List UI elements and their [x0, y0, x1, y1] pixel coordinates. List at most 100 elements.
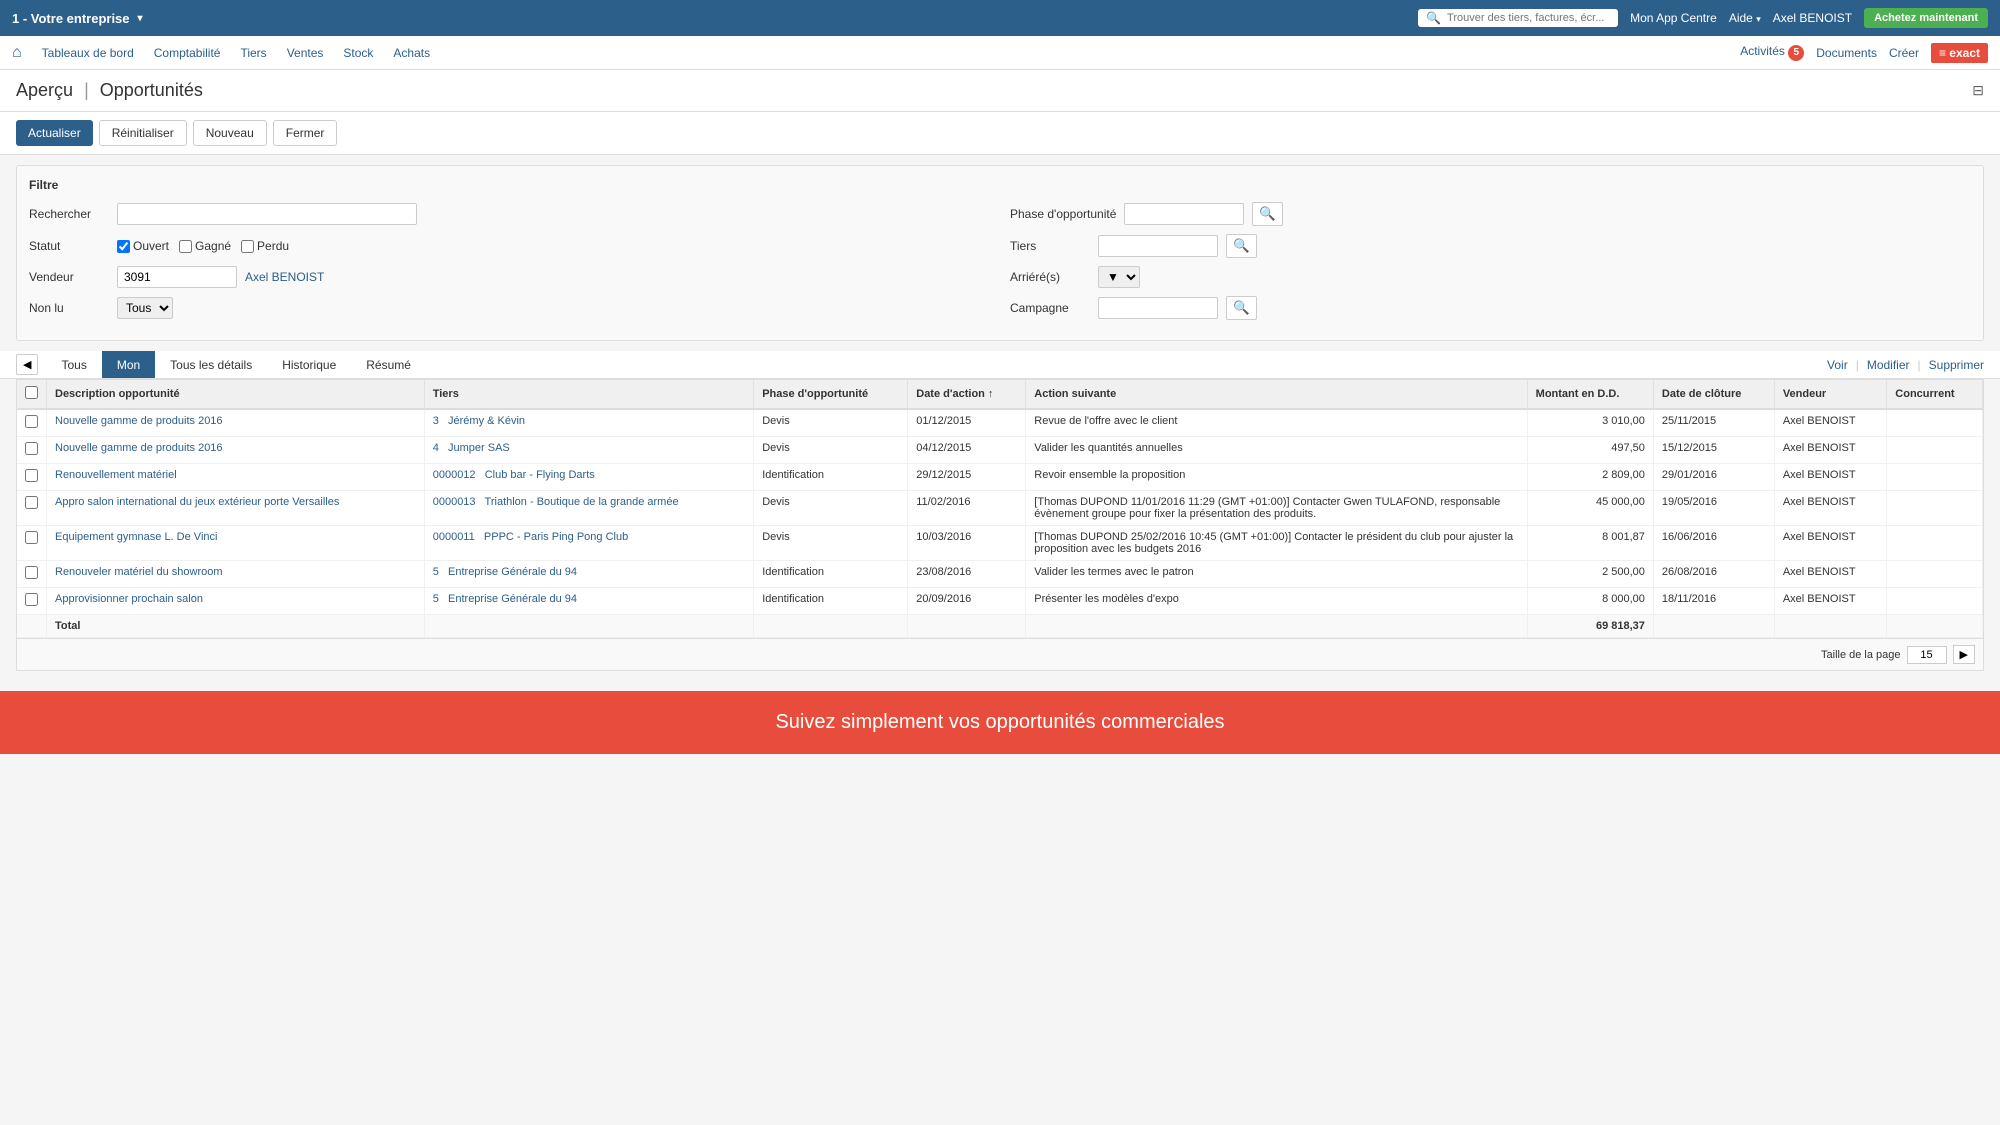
- action-supprimer[interactable]: Supprimer: [1929, 358, 1984, 372]
- row-description-link[interactable]: Nouvelle gamme de produits 2016: [55, 415, 223, 427]
- filter-arrieres-select[interactable]: ▼: [1098, 266, 1140, 288]
- row-tiers-name-link[interactable]: Triathlon - Boutique de la grande armée: [485, 496, 679, 508]
- nav-tiers[interactable]: Tiers: [240, 46, 266, 60]
- achetez-button[interactable]: Achetez maintenant: [1864, 8, 1988, 28]
- tab-tous-details[interactable]: Tous les détails: [155, 351, 267, 378]
- filter-tiers-input[interactable]: [1098, 235, 1218, 257]
- row-checkbox[interactable]: [25, 442, 38, 455]
- filter-vendeur-input[interactable]: [117, 266, 237, 288]
- row-tiers-name-link[interactable]: Entreprise Générale du 94: [448, 593, 577, 605]
- user-name: Axel BENOIST: [1773, 11, 1852, 25]
- row-tiers-num-link[interactable]: 0000013: [433, 496, 476, 508]
- row-checkbox[interactable]: [25, 531, 38, 544]
- row-tiers-num-link[interactable]: 5: [433, 566, 439, 578]
- row-tiers-num-link[interactable]: 5: [433, 593, 439, 605]
- filter-ouvert-checkbox[interactable]: Ouvert: [117, 239, 169, 253]
- aide-link[interactable]: Aide ▾: [1729, 11, 1761, 25]
- row-checkbox[interactable]: [25, 415, 38, 428]
- filter-non-lu-select[interactable]: Tous Mon: [117, 297, 173, 319]
- filter-campagne-input[interactable]: [1098, 297, 1218, 319]
- row-description-link[interactable]: Renouveler matériel du showroom: [55, 566, 223, 578]
- th-date-action-label: Date d'action ↑: [916, 388, 993, 400]
- filter-row-1: Rechercher Phase d'opportunité 🔍: [29, 202, 1971, 226]
- row-description-link[interactable]: Approvisionner prochain salon: [55, 593, 203, 605]
- filter-phase-search-btn[interactable]: 🔍: [1252, 202, 1283, 226]
- row-description-link[interactable]: Equipement gymnase L. De Vinci: [55, 531, 217, 543]
- row-description-link[interactable]: Renouvellement matériel: [55, 469, 177, 481]
- table-header-row: Description opportunité Tiers Phase d'op…: [17, 380, 1983, 409]
- action-modifier[interactable]: Modifier: [1867, 358, 1910, 372]
- nouveau-button[interactable]: Nouveau: [193, 120, 267, 146]
- filter-perdu-input[interactable]: [241, 240, 254, 253]
- row-tiers-num-link[interactable]: 0000011: [433, 531, 475, 543]
- nav-stock[interactable]: Stock: [343, 46, 373, 60]
- view-toggle-icon[interactable]: ⊟: [1972, 82, 1984, 99]
- tab-mon[interactable]: Mon: [102, 351, 155, 378]
- activites-badge: 5: [1788, 45, 1804, 61]
- mon-app-centre-link[interactable]: Mon App Centre: [1630, 11, 1717, 25]
- actualiser-button[interactable]: Actualiser: [16, 120, 93, 146]
- th-date-action[interactable]: Date d'action ↑: [908, 380, 1026, 409]
- nav-achats[interactable]: Achats: [393, 46, 430, 60]
- reinitialiser-button[interactable]: Réinitialiser: [99, 120, 187, 146]
- company-selector[interactable]: 1 - Votre entreprise ▾: [12, 11, 143, 26]
- row-description: Approvisionner prochain salon: [47, 588, 425, 615]
- row-action-suivante: Valider les quantités annuelles: [1026, 437, 1527, 464]
- row-checkbox[interactable]: [25, 566, 38, 579]
- row-tiers-name-link[interactable]: Entreprise Générale du 94: [448, 566, 577, 578]
- filter-rechercher-input[interactable]: [117, 203, 417, 225]
- row-checkbox[interactable]: [25, 469, 38, 482]
- collapse-button[interactable]: ◀: [16, 354, 38, 375]
- company-name: 1 - Votre entreprise: [12, 11, 130, 26]
- nav-comptabilite[interactable]: Comptabilité: [154, 46, 221, 60]
- filter-perdu-checkbox[interactable]: Perdu: [241, 239, 289, 253]
- filter-campagne-search-btn[interactable]: 🔍: [1226, 296, 1257, 320]
- creer-link[interactable]: Créer: [1889, 46, 1919, 60]
- row-tiers-num-link[interactable]: 0000012: [433, 469, 476, 481]
- row-description: Appro salon international du jeux extéri…: [47, 491, 425, 526]
- table-row: Equipement gymnase L. De Vinci 0000011 P…: [17, 526, 1983, 561]
- total-empty-4: [908, 615, 1026, 638]
- row-tiers-name-link[interactable]: PPPC - Paris Ping Pong Club: [484, 531, 628, 543]
- row-checkbox[interactable]: [25, 496, 38, 509]
- row-tiers-name-link[interactable]: Jérémy & Kévin: [448, 415, 525, 427]
- row-tiers-num-link[interactable]: 3: [433, 415, 439, 427]
- row-date-cloture: 15/12/2015: [1653, 437, 1774, 464]
- tabs-left: ◀ Tous Mon Tous les détails Historique R…: [16, 351, 426, 378]
- global-search-input[interactable]: [1447, 12, 1610, 24]
- row-description-link[interactable]: Nouvelle gamme de produits 2016: [55, 442, 223, 454]
- filter-ouvert-input[interactable]: [117, 240, 130, 253]
- row-date-action: 23/08/2016: [908, 561, 1026, 588]
- filter-vendeur-link[interactable]: Axel BENOIST: [245, 270, 324, 284]
- fermer-button[interactable]: Fermer: [273, 120, 338, 146]
- filter-ouvert-label: Ouvert: [133, 239, 169, 253]
- select-all-checkbox[interactable]: [25, 386, 38, 399]
- row-tiers-name-link[interactable]: Club bar - Flying Darts: [485, 469, 595, 481]
- row-checkbox[interactable]: [25, 593, 38, 606]
- filter-gagne-checkbox[interactable]: Gagné: [179, 239, 231, 253]
- nav-tableaux[interactable]: Tableaux de bord: [42, 46, 134, 60]
- home-icon[interactable]: ⌂: [12, 44, 22, 62]
- row-concurrent: [1887, 464, 1983, 491]
- tab-historique[interactable]: Historique: [267, 351, 351, 378]
- filter-tiers-group: Tiers 🔍: [1010, 234, 1971, 258]
- row-description-link[interactable]: Appro salon international du jeux extéri…: [55, 496, 339, 508]
- row-tiers-name-link[interactable]: Jumper SAS: [448, 442, 510, 454]
- opportunities-table: Description opportunité Tiers Phase d'op…: [17, 380, 1983, 638]
- activites-link[interactable]: Activités 5: [1740, 44, 1804, 61]
- page-size-input[interactable]: [1907, 646, 1947, 664]
- filter-phase-input[interactable]: [1124, 203, 1244, 225]
- documents-link[interactable]: Documents: [1816, 46, 1877, 60]
- nav-ventes[interactable]: Ventes: [287, 46, 324, 60]
- filter-gagne-input[interactable]: [179, 240, 192, 253]
- tab-resume[interactable]: Résumé: [351, 351, 426, 378]
- filter-title: Filtre: [29, 178, 1971, 192]
- action-voir[interactable]: Voir: [1827, 358, 1848, 372]
- global-search-box[interactable]: 🔍: [1418, 9, 1618, 27]
- row-concurrent: [1887, 437, 1983, 464]
- filter-tiers-search-btn[interactable]: 🔍: [1226, 234, 1257, 258]
- page-next-btn[interactable]: ▶: [1953, 645, 1975, 664]
- row-vendeur: Axel BENOIST: [1774, 464, 1886, 491]
- row-tiers-num-link[interactable]: 4: [433, 442, 439, 454]
- tab-tous[interactable]: Tous: [46, 351, 101, 378]
